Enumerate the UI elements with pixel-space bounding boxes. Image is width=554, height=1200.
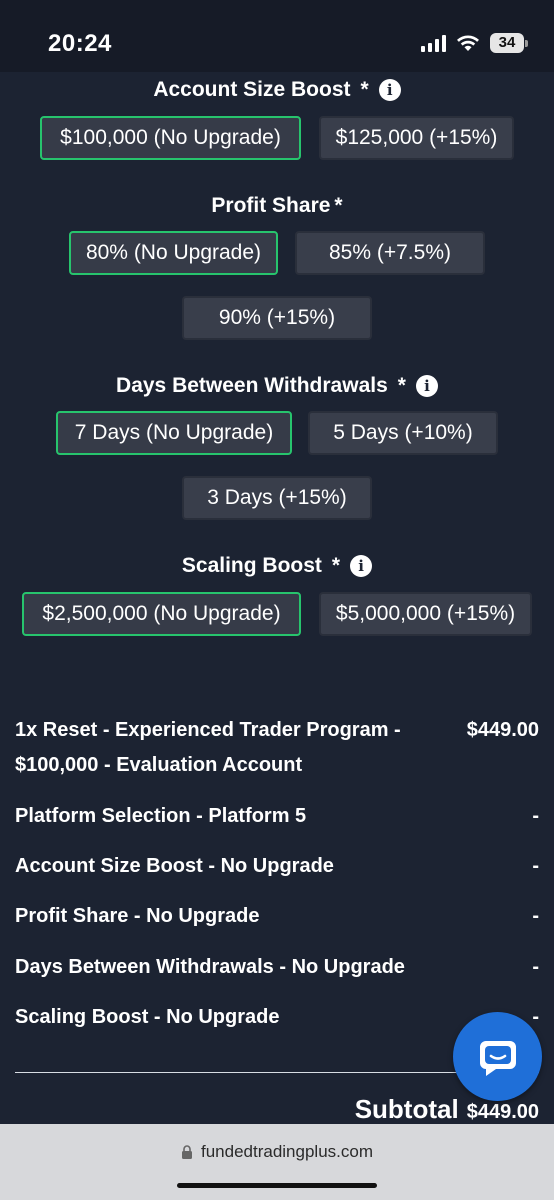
address-bar[interactable]: fundedtradingplus.com — [0, 1142, 554, 1162]
battery-indicator: 34 — [490, 33, 528, 53]
profit-share-title-text: Profit Share — [211, 194, 331, 217]
summary-label: Account Size Boost - No Upgrade — [15, 855, 334, 877]
subtotal-value: $449.00 — [466, 1101, 539, 1123]
profit-share-option-90[interactable]: 90% (+15%) — [182, 296, 372, 340]
summary-price: $449.00 — [466, 719, 539, 741]
cellular-signal-icon — [421, 34, 446, 52]
summary-label: Scaling Boost - No Upgrade — [15, 1006, 280, 1028]
days-option-5[interactable]: 5 Days (+10%) — [308, 411, 498, 455]
scaling-title: Scaling Boost * i — [0, 554, 554, 578]
summary-label: Days Between Withdrawals - No Upgrade — [15, 956, 405, 978]
summary-label: 1x Reset - Experienced Trader Program - … — [15, 719, 401, 776]
profit-share-option-80[interactable]: 80% (No Upgrade) — [69, 231, 278, 275]
required-marker: * — [331, 554, 341, 577]
info-icon[interactable]: i — [378, 79, 401, 101]
info-icon[interactable]: i — [415, 375, 438, 397]
summary-label: Profit Share - No Upgrade — [15, 905, 260, 927]
required-marker: * — [360, 78, 369, 101]
account-size-option-100k[interactable]: $100,000 (No Upgrade) — [40, 116, 301, 160]
info-icon[interactable]: i — [350, 555, 373, 577]
summary-row-reset: 1x Reset - Experienced Trader Program - … — [15, 713, 539, 783]
browser-bar: fundedtradingplus.com — [0, 1124, 554, 1200]
summary-price: - — [532, 805, 539, 827]
scaling-option-2500k[interactable]: $2,500,000 (No Upgrade) — [22, 592, 301, 636]
days-option-7[interactable]: 7 Days (No Upgrade) — [56, 411, 292, 455]
days-between-title: Days Between Withdrawals * i — [0, 374, 554, 398]
profit-share-title: Profit Share * — [0, 194, 554, 218]
wifi-icon — [457, 35, 479, 51]
required-marker: * — [397, 374, 406, 397]
status-time: 20:24 — [48, 30, 112, 57]
summary-price: - — [532, 905, 539, 927]
account-size-title: Account Size Boost * i — [0, 78, 554, 102]
summary-row-account-size: Account Size Boost - No Upgrade - — [15, 849, 539, 884]
live-chat-button[interactable] — [453, 1012, 542, 1101]
days-between-title-text: Days Between Withdrawals — [116, 374, 388, 397]
days-option-3[interactable]: 3 Days (+15%) — [182, 476, 372, 520]
lock-icon — [181, 1145, 192, 1159]
summary-row-profit-share: Profit Share - No Upgrade - — [15, 899, 539, 934]
account-size-title-text: Account Size Boost — [153, 78, 351, 101]
home-indicator — [177, 1183, 377, 1188]
summary-label: Platform Selection - Platform 5 — [15, 805, 307, 827]
summary-row-days-between: Days Between Withdrawals - No Upgrade - — [15, 950, 539, 985]
status-icons: 34 — [421, 33, 528, 53]
summary-price: - — [532, 855, 539, 877]
summary-price: - — [532, 956, 539, 978]
scaling-option-5000k[interactable]: $5,000,000 (+15%) — [319, 592, 532, 636]
url-text: fundedtradingplus.com — [200, 1142, 373, 1161]
chat-bubble-icon — [479, 1040, 516, 1076]
status-bar: 20:24 34 — [0, 0, 554, 72]
summary-row-platform: Platform Selection - Platform 5 - — [15, 799, 539, 834]
profit-share-option-85[interactable]: 85% (+7.5%) — [295, 231, 485, 275]
account-size-option-125k[interactable]: $125,000 (+15%) — [319, 116, 514, 160]
subtotal-label: Subtotal — [354, 1094, 459, 1124]
required-marker: * — [334, 194, 343, 217]
scaling-title-text: Scaling Boost — [181, 554, 322, 577]
